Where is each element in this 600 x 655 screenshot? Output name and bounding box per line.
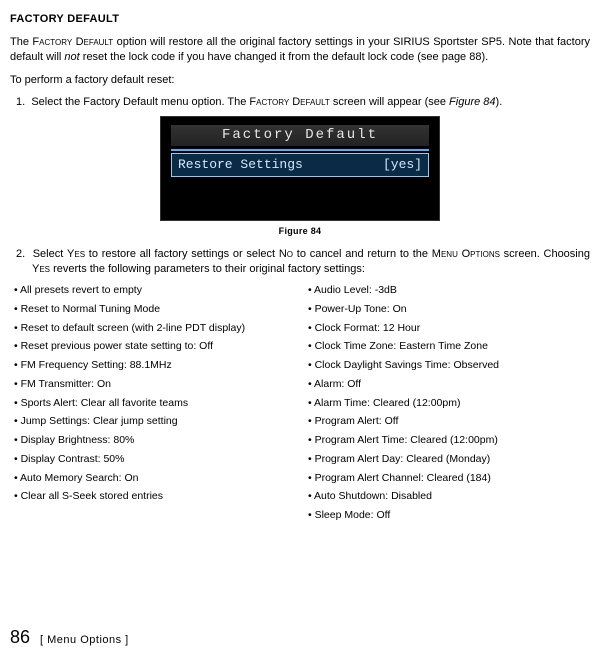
text-italic: not — [64, 51, 79, 63]
lcd-screen: Factory Default Restore Settings [yes] — [160, 116, 440, 221]
text-smallcaps: Factory Default — [249, 96, 329, 108]
list-item: • Display Contrast: 50% — [10, 452, 296, 468]
list-item: • Clock Format: 12 Hour — [304, 321, 590, 337]
bullet-text: Power-Up Tone: On — [315, 303, 407, 315]
bullet-text: Clock Daylight Savings Time: Observed — [315, 359, 499, 371]
bullet-text: Clear all S-Seek stored entries — [21, 490, 163, 502]
list-item: • Sleep Mode: Off — [304, 508, 590, 524]
list-item: • Jump Settings: Clear jump setting — [10, 414, 296, 430]
page: FACTORY DEFAULT The Factory Default opti… — [0, 0, 600, 655]
bullet-text: Program Alert Time: Cleared (12:00pm) — [315, 434, 498, 446]
bullet-text: Program Alert Day: Cleared (Monday) — [315, 453, 491, 465]
bullet-text: Clock Time Zone: Eastern Time Zone — [315, 340, 488, 352]
lcd-item-value: [yes] — [383, 156, 422, 174]
text: screen will appear (see — [330, 96, 449, 108]
list-item: • Program Alert: Off — [304, 414, 590, 430]
lcd-item-label: Restore Settings — [178, 156, 303, 174]
list-item: • Clock Time Zone: Eastern Time Zone — [304, 339, 590, 355]
page-footer: 86 [ Menu Options ] — [10, 625, 129, 649]
bullet-text: Display Contrast: 50% — [21, 453, 125, 465]
footer-section-label: [ Menu Options ] — [40, 633, 129, 648]
list-item: • Alarm: Off — [304, 377, 590, 393]
text: The — [10, 36, 32, 48]
text: screen. Choosing — [500, 248, 590, 260]
list-item: • Audio Level: -3dB — [304, 283, 590, 299]
bullet-text: Reset previous power state setting to: O… — [21, 340, 213, 352]
list-item: • Alarm Time: Cleared (12:00pm) — [304, 396, 590, 412]
list-item: • Program Alert Day: Cleared (Monday) — [304, 452, 590, 468]
list-item: • Clear all S-Seek stored entries — [10, 489, 296, 505]
lcd-divider — [171, 149, 429, 151]
list-item: • Reset previous power state setting to:… — [10, 339, 296, 355]
list-item: • FM Frequency Setting: 88.1MHz — [10, 358, 296, 374]
text-smallcaps: Yes — [67, 248, 85, 260]
step-number: 1. — [16, 96, 25, 108]
intro-paragraph: The Factory Default option will restore … — [10, 35, 590, 65]
bullet-text: Alarm: Off — [314, 378, 361, 390]
list-item: • Auto Memory Search: On — [10, 471, 296, 487]
intro-paragraph-2: To perform a factory default reset: — [10, 73, 590, 88]
bullet-text: FM Transmitter: On — [21, 378, 111, 390]
bullet-text: Clock Format: 12 Hour — [315, 322, 421, 334]
text: ). — [496, 96, 503, 108]
bullet-text: Auto Memory Search: On — [20, 472, 138, 484]
bullet-text: FM Frequency Setting: 88.1MHz — [21, 359, 172, 371]
bullet-text: Audio Level: -3dB — [314, 284, 397, 296]
list-item: • Reset to default screen (with 2-line P… — [10, 321, 296, 337]
text: Select — [33, 248, 67, 260]
list-item: • FM Transmitter: On — [10, 377, 296, 393]
bullet-text: Program Alert: Off — [315, 415, 399, 427]
bullet-text: Reset to Normal Tuning Mode — [21, 303, 160, 315]
text: reset the lock code if you have changed … — [80, 51, 488, 63]
bullet-text: Sleep Mode: Off — [315, 509, 391, 521]
figure-caption: Figure 84 — [10, 225, 590, 237]
list-item: • Reset to Normal Tuning Mode — [10, 302, 296, 318]
left-column: • All presets revert to empty • Reset to… — [10, 283, 296, 527]
bullet-text: Reset to default screen (with 2-line PDT… — [21, 322, 246, 334]
list-item: • Sports Alert: Clear all favorite teams — [10, 396, 296, 412]
text: to cancel and return to the — [293, 248, 432, 260]
text-smallcaps: Yes — [32, 263, 50, 275]
list-item: • Auto Shutdown: Disabled — [304, 489, 590, 505]
bullet-columns: • All presets revert to empty • Reset to… — [10, 283, 590, 527]
lcd-title: Factory Default — [171, 125, 429, 146]
list-item: • Power-Up Tone: On — [304, 302, 590, 318]
bullet-text: All presets revert to empty — [20, 284, 142, 296]
list-item: • Display Brightness: 80% — [10, 433, 296, 449]
bullet-text: Alarm Time: Cleared (12:00pm) — [314, 397, 460, 409]
list-item: • All presets revert to empty — [10, 283, 296, 299]
step-number: 2. — [16, 248, 25, 260]
bullet-text: Jump Settings: Clear jump setting — [21, 415, 178, 427]
step-2: 2. Select Yes to restore all factory set… — [10, 247, 590, 277]
bullet-text: Program Alert Channel: Cleared (184) — [315, 472, 491, 484]
list-item: • Program Alert Channel: Cleared (184) — [304, 471, 590, 487]
page-number: 86 — [10, 625, 30, 649]
text-italic: Figure 84 — [449, 96, 495, 108]
text: to restore all factory settings or selec… — [85, 248, 279, 260]
right-column: • Audio Level: -3dB • Power-Up Tone: On … — [304, 283, 590, 527]
section-heading: FACTORY DEFAULT — [10, 12, 590, 27]
bullet-text: Sports Alert: Clear all favorite teams — [21, 397, 188, 409]
bullet-text: Display Brightness: 80% — [21, 434, 135, 446]
bullet-text: Auto Shutdown: Disabled — [314, 490, 432, 502]
lcd-figure: Factory Default Restore Settings [yes] — [10, 116, 590, 221]
text-smallcaps: No — [279, 248, 293, 260]
list-item: • Program Alert Time: Cleared (12:00pm) — [304, 433, 590, 449]
text: Select the Factory Default menu option. … — [31, 96, 249, 108]
lcd-menu-row: Restore Settings [yes] — [171, 153, 429, 177]
text: reverts the following parameters to thei… — [50, 263, 365, 275]
text-smallcaps: Factory Default — [32, 36, 113, 48]
list-item: • Clock Daylight Savings Time: Observed — [304, 358, 590, 374]
text-smallcaps: Menu Options — [432, 248, 500, 260]
step-1: 1. Select the Factory Default menu optio… — [10, 95, 590, 110]
